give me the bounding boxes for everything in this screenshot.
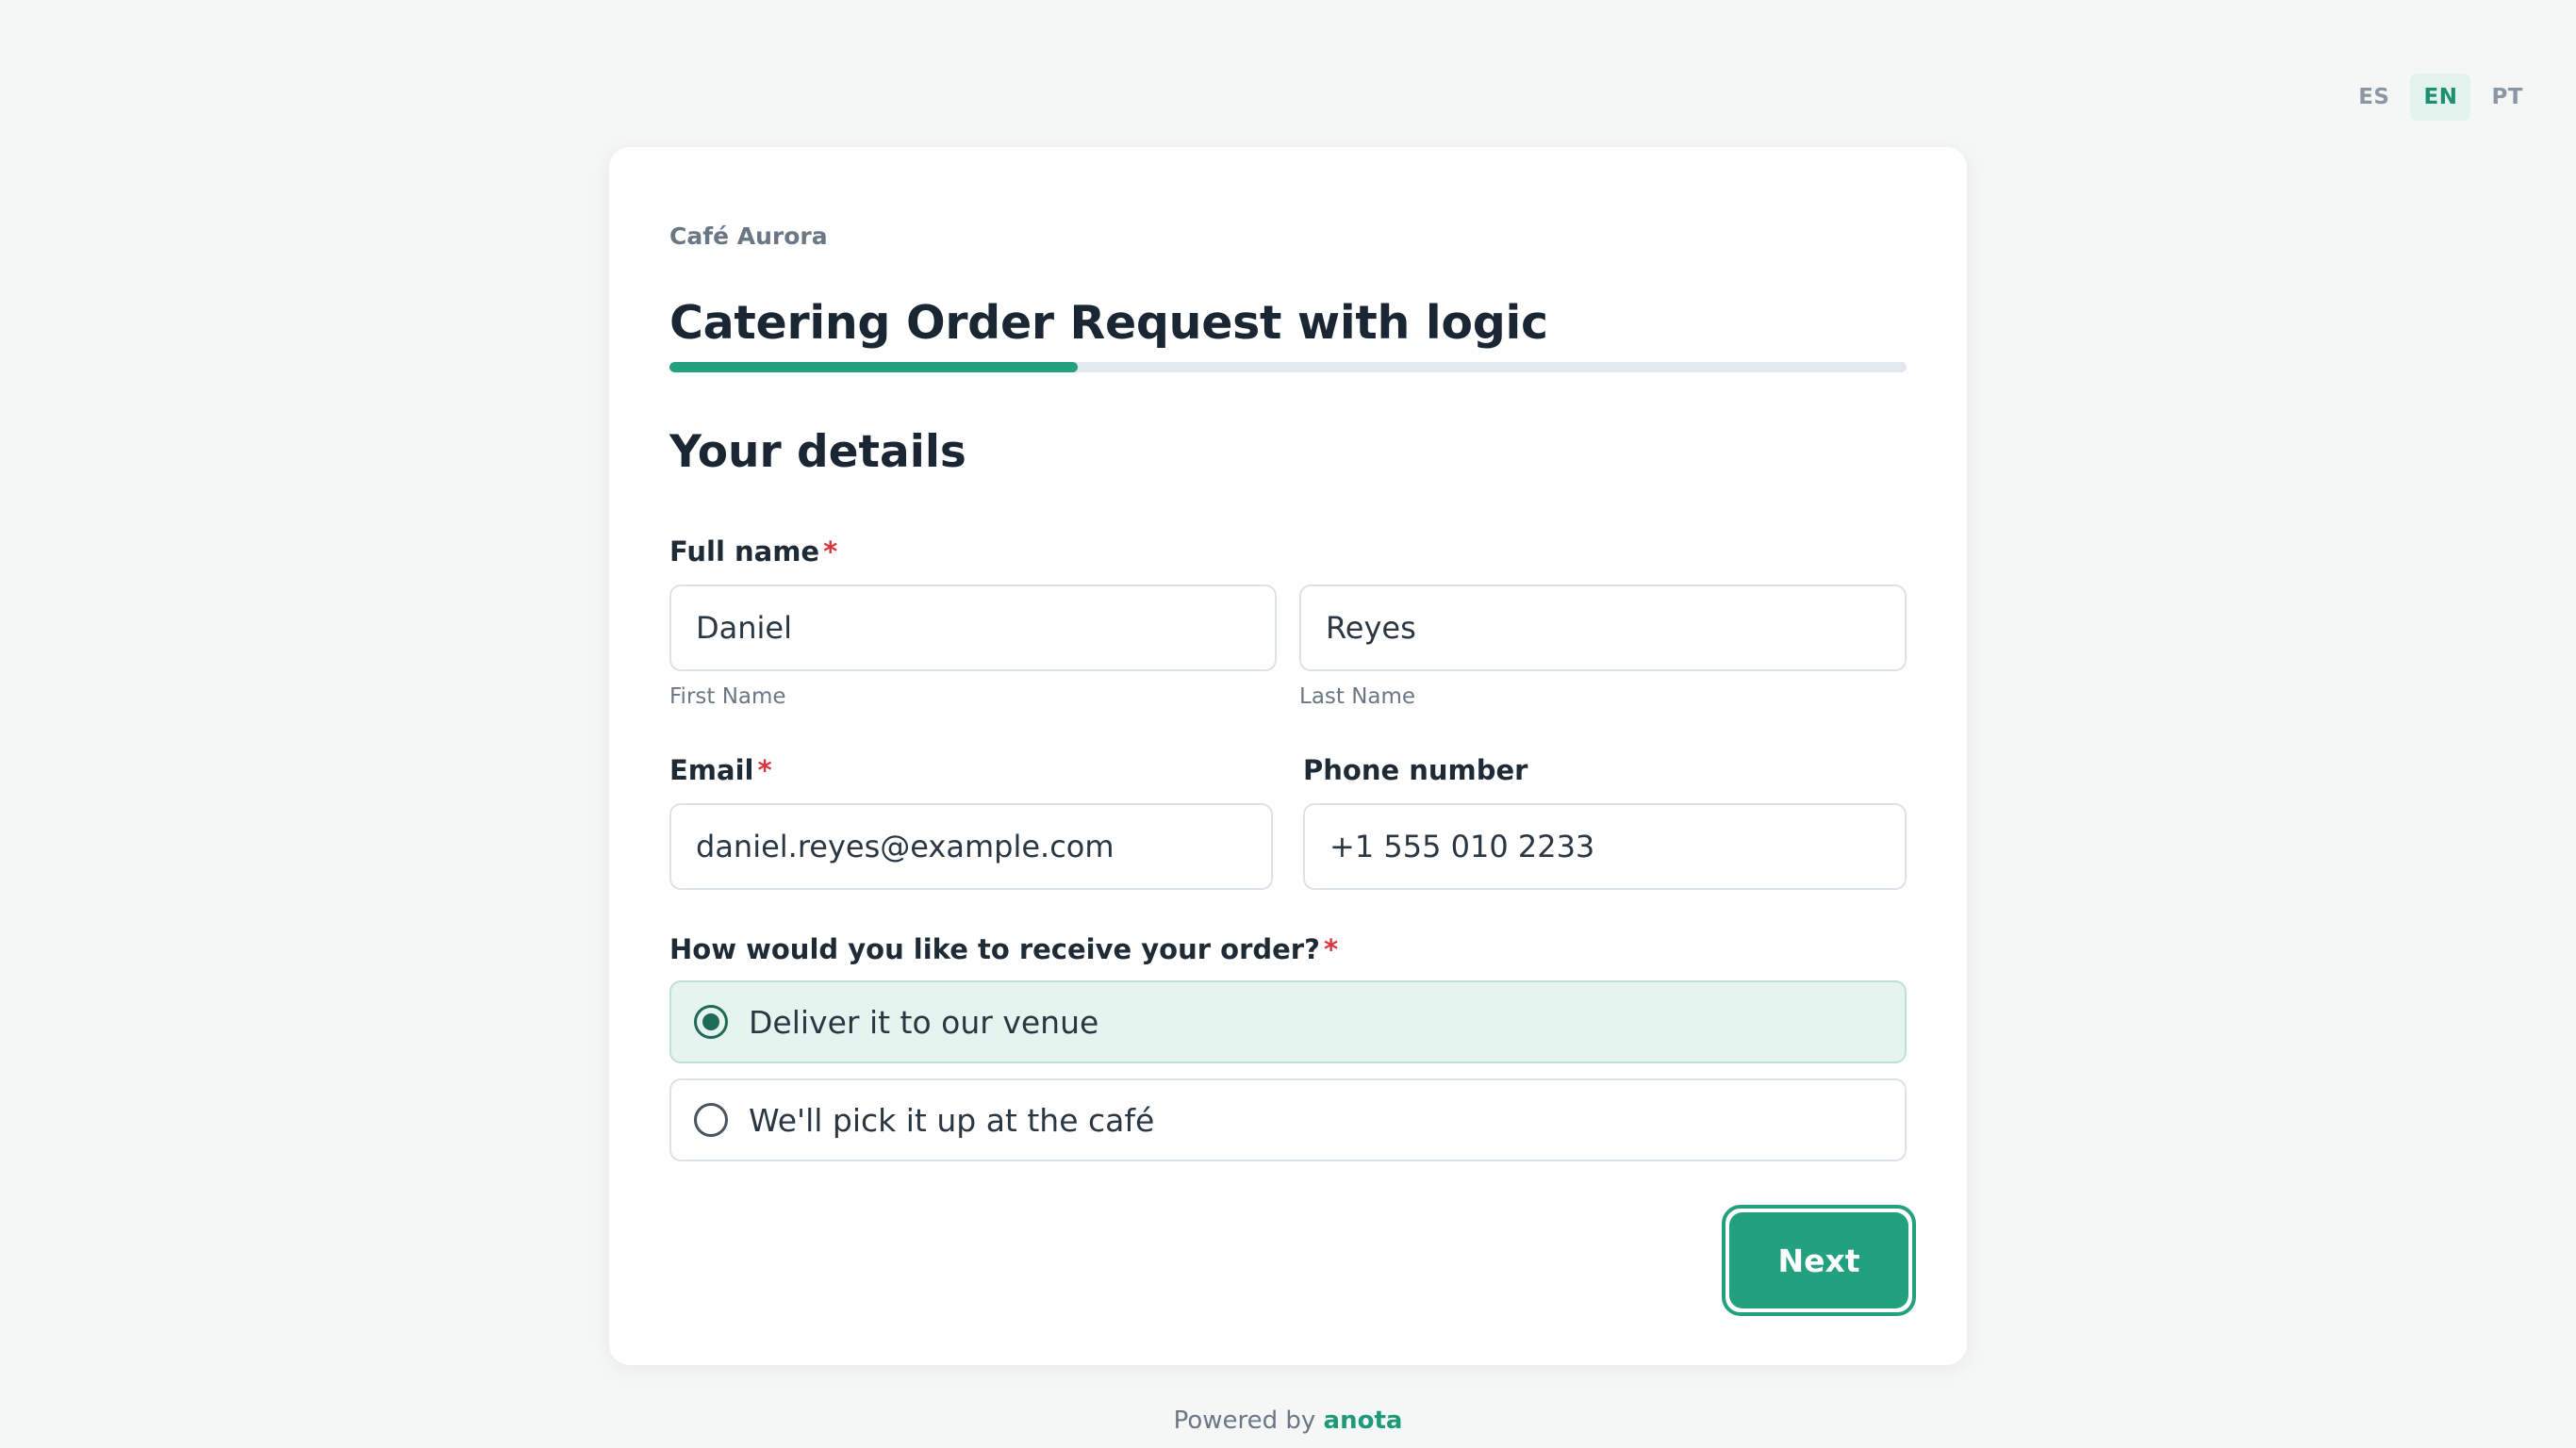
radio-option-deliver[interactable]: Deliver it to our venue	[669, 980, 1907, 1063]
required-marker: *	[757, 754, 772, 786]
first-name-value: Daniel	[696, 610, 792, 646]
email-label: Email *	[669, 754, 772, 786]
language-en-button[interactable]: EN	[2410, 74, 2471, 121]
progress-bar	[669, 362, 1907, 372]
radio-selected-icon[interactable]	[694, 1005, 728, 1039]
form-title: Catering Order Request with logic	[669, 296, 1548, 350]
brand-name: Café Aurora	[669, 222, 828, 250]
radio-option-pickup[interactable]: We'll pick it up at the café	[669, 1078, 1907, 1161]
progress-bar-fill	[669, 362, 1078, 372]
last-name-input[interactable]: Reyes	[1299, 584, 1907, 671]
powered-by-brand-link[interactable]: anota	[1324, 1407, 1403, 1435]
full-name-label: Full name *	[669, 535, 837, 568]
language-es-button[interactable]: ES	[2345, 74, 2403, 121]
first-name-sublabel: First Name	[669, 684, 786, 709]
radio-label-pickup: We'll pick it up at the café	[749, 1101, 1155, 1139]
powered-by-text: Powered by	[1173, 1407, 1316, 1435]
radio-label-deliver: Deliver it to our venue	[749, 1003, 1099, 1041]
email-field[interactable]: daniel.reyes@example.com	[669, 803, 1273, 890]
email-value: daniel.reyes@example.com	[696, 829, 1115, 864]
language-switcher: ES EN PT	[2345, 74, 2536, 121]
language-pt-button[interactable]: PT	[2478, 74, 2536, 121]
next-button-focus-ring: Next	[1722, 1205, 1916, 1316]
radio-unselected-icon[interactable]	[694, 1103, 728, 1137]
powered-by-footer: Powered by anota	[0, 1407, 2576, 1435]
full-name-label-text: Full name	[669, 535, 820, 568]
first-name-input[interactable]: Daniel	[669, 584, 1277, 671]
last-name-sublabel: Last Name	[1299, 684, 1416, 709]
required-marker: *	[823, 535, 838, 568]
next-button[interactable]: Next	[1729, 1212, 1908, 1308]
receive-order-label-text: How would you like to receive your order…	[669, 933, 1320, 965]
email-label-text: Email	[669, 754, 754, 786]
receive-order-label: How would you like to receive your order…	[669, 933, 1338, 965]
phone-value: +1 555 010 2233	[1329, 829, 1595, 864]
last-name-value: Reyes	[1326, 610, 1416, 646]
phone-field[interactable]: +1 555 010 2233	[1303, 803, 1907, 890]
section-title: Your details	[669, 426, 966, 478]
required-marker: *	[1323, 933, 1339, 965]
phone-label: Phone number	[1303, 754, 1528, 786]
form-card: Café Aurora Catering Order Request with …	[609, 147, 1967, 1365]
